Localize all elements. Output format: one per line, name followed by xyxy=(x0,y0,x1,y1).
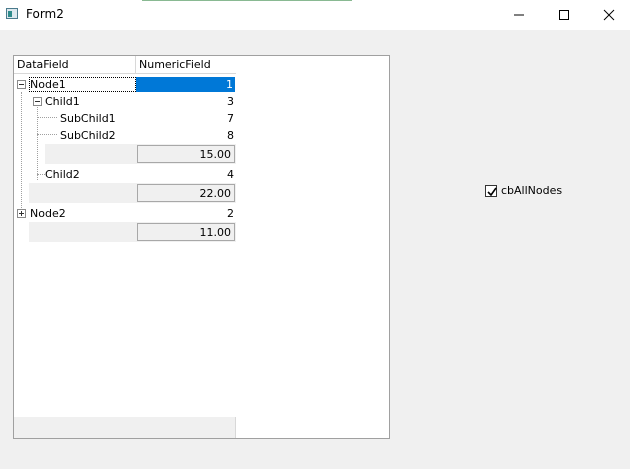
row-label: Child2 xyxy=(45,168,80,181)
maximize-icon xyxy=(559,10,569,20)
column-header-datafield[interactable]: DataField xyxy=(14,56,136,74)
table-row[interactable]: Child1 3 xyxy=(14,93,236,110)
title-bar: Form2 xyxy=(0,0,630,30)
group-footer-total: 11.00 xyxy=(137,223,235,241)
all-nodes-checkbox[interactable] xyxy=(485,185,497,197)
grid-footer-bar xyxy=(14,417,236,438)
row-value: 3 xyxy=(227,95,234,108)
window-title: Form2 xyxy=(26,7,64,21)
table-row[interactable]: SubChild1 7 xyxy=(14,110,236,127)
row-label: Child1 xyxy=(45,95,80,108)
title-bar-accent xyxy=(142,0,352,1)
row-value: 7 xyxy=(227,112,234,125)
minimize-button[interactable] xyxy=(496,0,542,30)
row-label: SubChild2 xyxy=(60,129,116,142)
close-button[interactable] xyxy=(586,0,630,30)
table-row[interactable]: Node1 1 xyxy=(14,76,236,93)
row-value: 4 xyxy=(227,168,234,181)
minimize-icon xyxy=(514,14,524,16)
row-value: 8 xyxy=(227,129,234,142)
row-value: 1 xyxy=(226,78,233,91)
row-label: SubChild1 xyxy=(60,112,116,125)
group-footer-total: 22.00 xyxy=(137,184,235,202)
selected-cell[interactable]: 1 xyxy=(136,77,235,92)
tree-grid[interactable]: DataField NumericField Node1 1 Child1 3 … xyxy=(13,55,390,439)
collapse-icon[interactable] xyxy=(33,97,42,106)
expand-icon[interactable] xyxy=(17,209,26,218)
close-icon xyxy=(603,9,615,21)
group-footer-total: 15.00 xyxy=(137,145,235,163)
row-label: Node1 xyxy=(30,78,66,91)
all-nodes-label[interactable]: cbAllNodes xyxy=(501,184,562,198)
collapse-icon[interactable] xyxy=(17,80,26,89)
row-value: 2 xyxy=(227,207,234,220)
table-row[interactable]: SubChild2 8 xyxy=(14,127,236,144)
table-row[interactable]: Child2 4 xyxy=(14,166,236,183)
column-header-numericfield[interactable]: NumericField xyxy=(136,56,236,74)
maximize-button[interactable] xyxy=(541,0,587,30)
row-label: Node2 xyxy=(30,207,66,220)
app-icon xyxy=(6,8,18,19)
check-icon xyxy=(487,187,497,197)
table-row[interactable]: Node2 2 xyxy=(14,205,236,222)
